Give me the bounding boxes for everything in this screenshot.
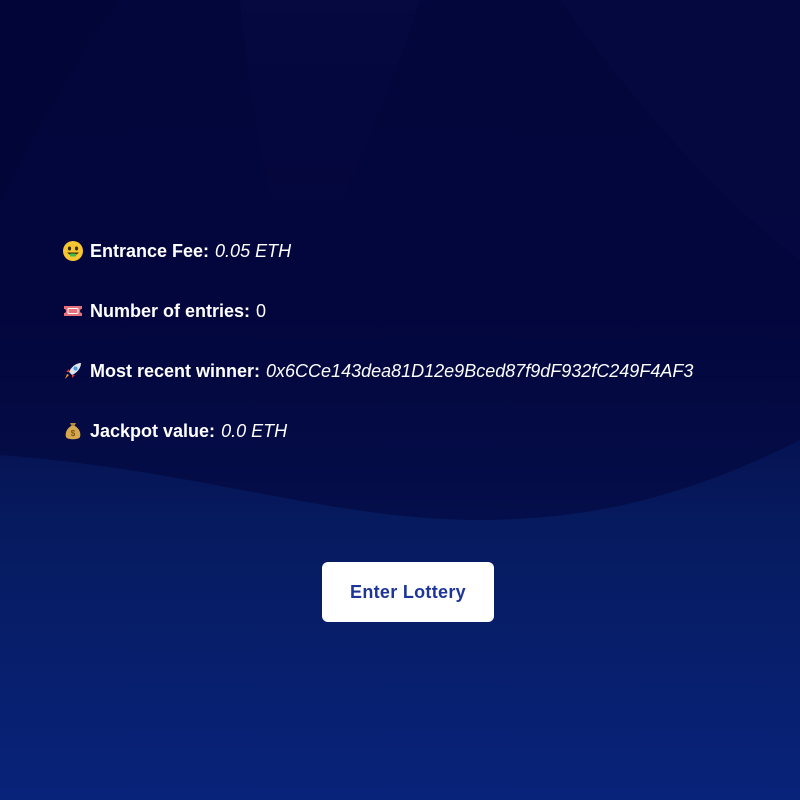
entries-row: Number of entries: 0 bbox=[62, 300, 266, 322]
money-bag-icon: $ bbox=[65, 423, 81, 440]
jackpot-row: $ Jackpot value: 0.0 ETH bbox=[62, 420, 287, 442]
entrance-fee-row: Entrance Fee: 0.05 ETH bbox=[62, 240, 291, 262]
ticket-icon bbox=[64, 306, 82, 316]
entries-value: 0 bbox=[256, 301, 267, 321]
background-wave bbox=[0, 0, 800, 520]
rocket-icon bbox=[65, 363, 81, 379]
jackpot-value: 0.0 ETH bbox=[221, 421, 288, 441]
entrance-fee-value: 0.05 ETH bbox=[215, 241, 292, 261]
entrance-fee-label: Entrance Fee: bbox=[90, 241, 210, 261]
recent-winner-label: Most recent winner: bbox=[90, 361, 261, 381]
jackpot-label: Jackpot value: bbox=[90, 421, 216, 441]
entries-label: Number of entries: bbox=[90, 301, 251, 321]
recent-winner-row: Most recent winner: 0x6CCe143dea81D12e9B… bbox=[62, 360, 693, 382]
money-mouth-face-icon bbox=[63, 241, 83, 261]
svg-text:$: $ bbox=[71, 429, 76, 438]
enter-lottery-button[interactable]: Enter Lottery bbox=[322, 562, 494, 622]
recent-winner-value: 0x6CCe143dea81D12e9Bced87f9dF932fC249F4A… bbox=[266, 361, 694, 381]
